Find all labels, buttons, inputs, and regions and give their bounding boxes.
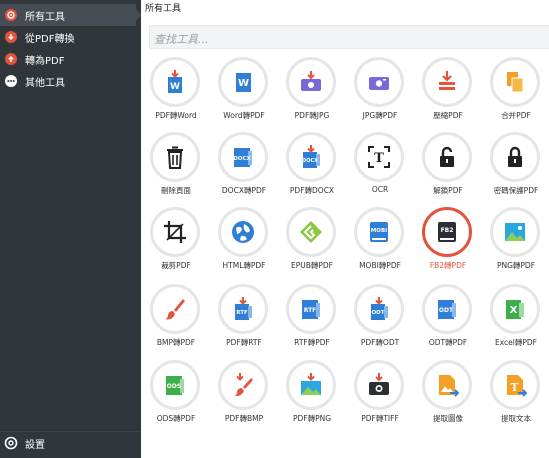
tool-merge-pdf[interactable]: 合并PDF <box>481 57 549 127</box>
search-input[interactable]: 查找工具... <box>149 25 549 49</box>
sidebar-item-label: 從PDF轉換 <box>25 34 75 45</box>
more-tools-icon <box>5 75 17 87</box>
badge-text: RTF <box>236 310 248 316</box>
tool-ods-to-pdf[interactable]: ODS ODS轉PDF <box>141 360 211 430</box>
ocr-icon: T <box>368 146 390 168</box>
extract-images-icon <box>439 375 459 397</box>
tool-mobi-to-pdf[interactable]: MOBI MOBI轉PDF <box>345 207 415 277</box>
pdf-to-tiff-icon <box>369 373 389 395</box>
badge-text: RTF <box>304 307 317 314</box>
sidebar-item-more-tools[interactable]: 其他工具 <box>0 70 141 92</box>
tool-rtf-to-pdf[interactable]: RTF RTF轉PDF <box>277 284 347 354</box>
sidebar-item-label: 其他工具 <box>25 78 65 89</box>
rtf-to-pdf-icon: RTF <box>302 300 320 319</box>
tool-epub-to-pdf[interactable]: EPUB轉PDF <box>277 207 347 277</box>
badge-text: FB2 <box>441 227 454 234</box>
html-to-pdf-icon <box>232 221 254 243</box>
docx-to-pdf-icon: DOCX <box>233 148 252 167</box>
tool-pdf-to-docx[interactable]: DOCX PDF轉DOCX <box>277 132 347 202</box>
badge-text: MOBI <box>371 228 387 234</box>
settings-button[interactable]: 設置 <box>0 432 141 454</box>
tool-delete-pages[interactable]: 刪除頁面 <box>141 132 211 202</box>
settings-label: 設置 <box>25 440 45 451</box>
pdf-to-png-icon <box>301 373 321 395</box>
tool-label: Excel轉PDF <box>495 338 537 347</box>
tool-html-to-pdf[interactable]: HTML轉PDF <box>209 207 279 277</box>
ods-to-pdf-icon: ODS <box>166 376 184 395</box>
pdf-to-docx-icon: DOCX <box>302 145 320 168</box>
tool-odt-to-pdf[interactable]: ODT ODT轉PDF <box>413 284 483 354</box>
tool-pdf-to-odt[interactable]: ODT PDF轉ODT <box>345 284 415 354</box>
jpg-to-pdf-icon <box>369 77 389 90</box>
excel-to-pdf-icon: X <box>506 300 524 319</box>
all-tools-icon <box>5 9 17 21</box>
lock-icon <box>508 146 522 167</box>
tool-pdf-to-png[interactable]: PDF轉PNG <box>277 360 347 430</box>
badge-text: ODT <box>439 307 454 314</box>
compress-pdf-icon <box>439 71 455 90</box>
tool-pdf-to-jpg[interactable]: PDF轉JPG <box>277 57 347 127</box>
tool-unlock-pdf[interactable]: 解鎖PDF <box>413 132 483 202</box>
sidebar-item-all-tools[interactable]: 所有工具 <box>0 4 141 26</box>
tool-jpg-to-pdf[interactable]: JPG轉PDF <box>345 57 415 127</box>
pdf-to-jpg-icon <box>301 71 321 91</box>
sidebar-item-label: 所有工具 <box>25 12 65 23</box>
tool-png-to-pdf[interactable]: PNG轉PDF <box>481 207 549 277</box>
page-title: 所有工具 <box>145 4 182 14</box>
pdf-to-rtf-icon: RTF <box>235 297 252 320</box>
trash-icon <box>167 146 183 169</box>
badge-text: DOCX <box>302 158 318 164</box>
badge-text: DOCX <box>233 156 251 162</box>
sidebar-item-convert-from-pdf[interactable]: 從PDF轉換 <box>0 26 141 48</box>
bmp-to-pdf-icon <box>165 299 185 320</box>
tool-label: 密碼保護PDF <box>493 186 539 195</box>
tool-fb2-to-pdf[interactable]: FB2 FB2轉PDF <box>413 207 483 277</box>
sidebar: 所有工具 從PDF轉換 轉為PDF 其他工具 設置 <box>0 0 141 458</box>
gear-icon <box>4 436 18 450</box>
tool-pdf-to-word[interactable]: W PDF轉Word <box>141 57 211 127</box>
extract-text-icon: T <box>507 375 527 397</box>
tool-ocr[interactable]: T OCR <box>345 132 415 202</box>
pdf-to-bmp-icon <box>234 373 253 397</box>
tool-compress-pdf[interactable]: 壓縮PDF <box>413 57 483 127</box>
crop-icon <box>164 221 186 243</box>
tool-docx-to-pdf[interactable]: DOCX DOCX轉PDF <box>209 132 279 202</box>
tool-password-protect-pdf[interactable]: 密碼保護PDF <box>481 132 549 202</box>
tool-bmp-to-pdf[interactable]: BMP轉PDF <box>141 284 211 354</box>
tool-excel-to-pdf[interactable]: X Excel轉PDF <box>481 284 549 354</box>
badge-text: ODT <box>372 310 385 316</box>
sidebar-item-convert-to-pdf[interactable]: 轉為PDF <box>0 48 141 70</box>
badge-text: X <box>510 305 518 316</box>
png-to-pdf-icon <box>505 223 525 241</box>
badge-text: ODS <box>167 383 181 390</box>
tool-label: 合并PDF <box>501 111 531 120</box>
fb2-to-pdf-icon: FB2 <box>438 222 456 242</box>
tool-label: PNG轉PDF <box>496 261 536 270</box>
odt-to-pdf-icon: ODT <box>438 300 456 319</box>
tool-extract-images[interactable]: 提取圖像 <box>413 360 483 430</box>
tool-pdf-to-tiff[interactable]: PDF轉TIFF <box>345 360 415 430</box>
tool-label: 提取文本 <box>501 414 531 423</box>
word-to-pdf-icon: W <box>236 73 251 92</box>
sidebar-item-label: 轉為PDF <box>25 56 65 67</box>
pdf-to-odt-icon: ODT <box>371 297 388 320</box>
badge-text: T <box>374 151 384 166</box>
badge-text: W <box>238 78 249 89</box>
tool-pdf-to-bmp[interactable]: PDF轉BMP <box>209 360 279 430</box>
tool-extract-text[interactable]: T 提取文本 <box>481 360 549 430</box>
badge-text: W <box>170 82 180 92</box>
pdf-to-word-icon: W <box>168 70 182 93</box>
tool-pdf-to-rtf[interactable]: RTF PDF轉RTF <box>209 284 279 354</box>
merge-pdf-icon <box>507 72 524 93</box>
unlock-icon <box>440 146 454 167</box>
tool-crop-pdf[interactable]: 裁剪PDF <box>141 207 211 277</box>
convert-from-pdf-icon <box>5 31 17 43</box>
tool-word-to-pdf[interactable]: W Word轉PDF <box>209 57 279 127</box>
convert-to-pdf-icon <box>5 53 17 65</box>
epub-to-pdf-icon <box>300 221 322 243</box>
mobi-to-pdf-icon: MOBI <box>370 222 388 242</box>
